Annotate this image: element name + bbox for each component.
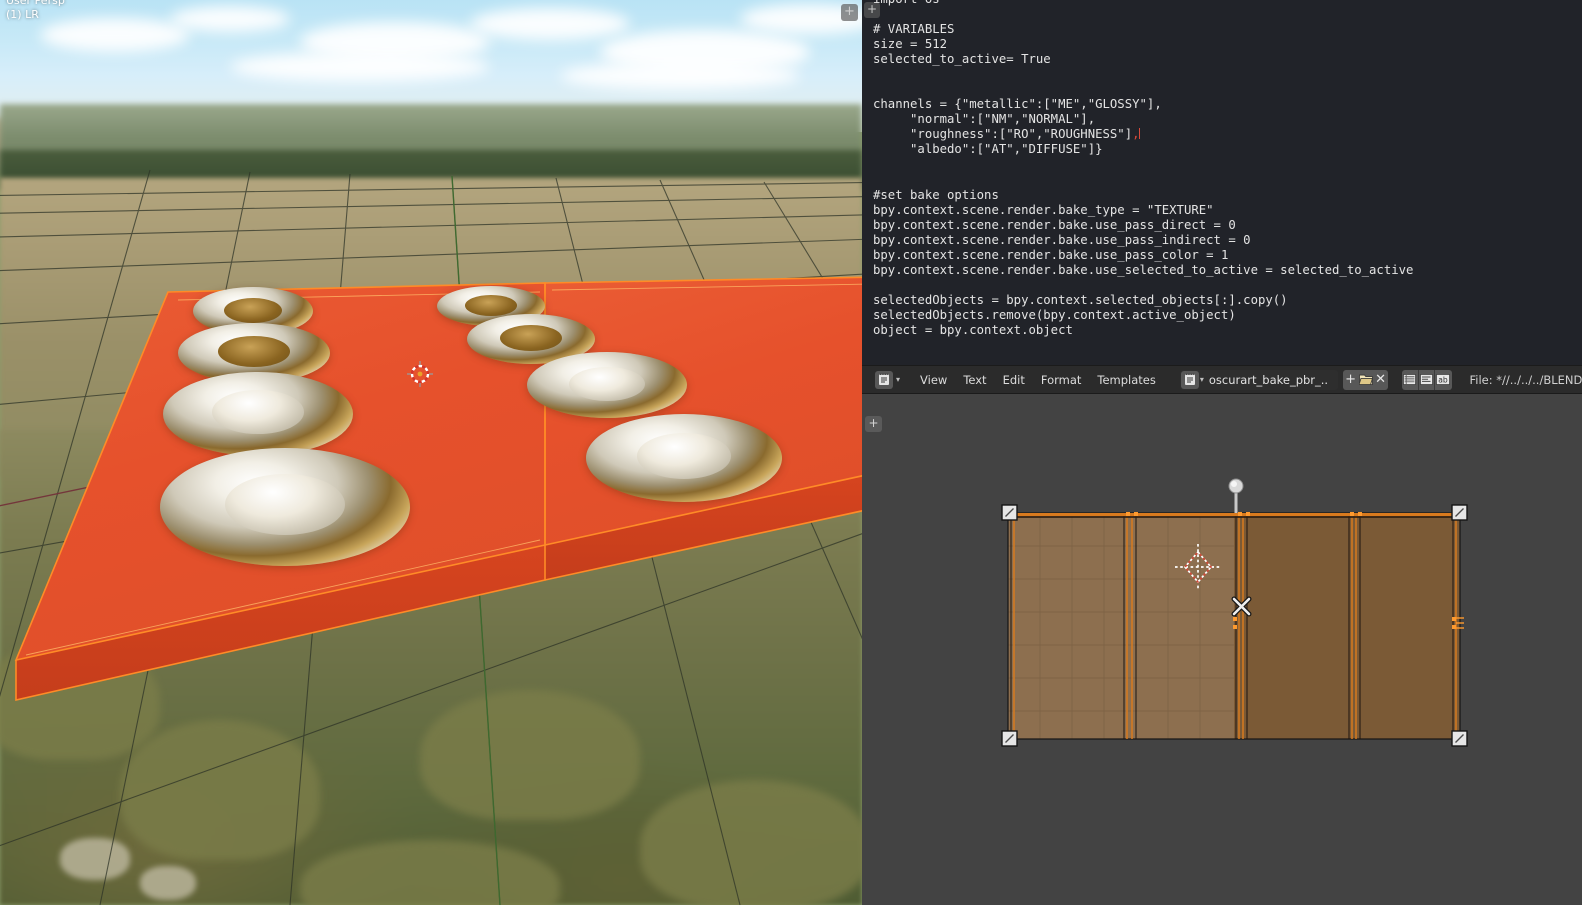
texture-right-half bbox=[1234, 513, 1460, 739]
3d-viewport[interactable]: User Persp (1) LR + bbox=[0, 0, 862, 905]
text-datablock-icon bbox=[1180, 370, 1199, 389]
menu-text[interactable]: Text bbox=[955, 370, 994, 390]
uv-pin-marker bbox=[1228, 478, 1244, 513]
word-wrap-icon[interactable] bbox=[1418, 369, 1436, 390]
datablock-operations: + ✕ bbox=[1343, 369, 1389, 390]
text-editor-area[interactable]: + import os # VARIABLES size = 512 selec… bbox=[862, 0, 1582, 365]
menu-format[interactable]: Format bbox=[1033, 370, 1090, 390]
uv-image-editor[interactable]: + bbox=[862, 394, 1582, 905]
open-folder-glyph bbox=[1358, 374, 1373, 386]
viewport-perspective-label: User Persp bbox=[6, 0, 65, 7]
metal-ring bbox=[160, 448, 410, 566]
3d-cursor-icon bbox=[407, 361, 433, 387]
uv-top-edge-strip bbox=[1008, 513, 1460, 518]
new-text-button[interactable]: + bbox=[1343, 369, 1359, 390]
editor-type-selector[interactable]: ▾ bbox=[871, 370, 904, 390]
blender-window: User Persp (1) LR + + import os # VARIAB… bbox=[0, 0, 1582, 905]
menu-view[interactable]: View bbox=[912, 370, 955, 390]
line-numbers-glyph bbox=[1403, 374, 1417, 385]
file-path-label: File: *//../../../BLENDER_BU bbox=[1469, 372, 1582, 387]
syntax-highlight-icon[interactable]: ab bbox=[1435, 369, 1452, 390]
text-datablock-name: oscurart_bake_pbr_.. bbox=[1208, 372, 1329, 387]
word-wrap-glyph bbox=[1420, 374, 1433, 385]
line-numbers-icon[interactable] bbox=[1402, 369, 1419, 390]
svg-text:ab: ab bbox=[1439, 375, 1449, 384]
open-folder-icon[interactable] bbox=[1358, 369, 1374, 390]
syntax-highlight-glyph: ab bbox=[1436, 374, 1451, 385]
metal-ring bbox=[586, 414, 782, 502]
metal-ring bbox=[527, 352, 687, 418]
text-editor-icon bbox=[875, 370, 893, 389]
text-editor-glyph bbox=[879, 373, 889, 385]
menu-templates[interactable]: Templates bbox=[1089, 370, 1163, 390]
viewport-sidebar-toggle-icon[interactable]: + bbox=[841, 4, 858, 21]
uv-canvas[interactable] bbox=[862, 394, 1582, 905]
text-editor-header: ▾ View Text Edit Format Templates ▾ oscu… bbox=[862, 365, 1582, 394]
viewport-collection-label: (1) LR bbox=[6, 8, 39, 21]
chevron-down-icon: ▾ bbox=[896, 375, 901, 384]
script-code[interactable]: import os # VARIABLES size = 512 selecte… bbox=[873, 0, 1413, 338]
metal-ring bbox=[163, 372, 353, 456]
text-datablock-selector[interactable]: ▾ oscurart_bake_pbr_.. bbox=[1179, 369, 1339, 390]
menu-edit[interactable]: Edit bbox=[995, 370, 1033, 390]
right-column: + import os # VARIABLES size = 512 selec… bbox=[862, 0, 1582, 905]
text-display-toggles: ab bbox=[1402, 369, 1452, 390]
unlink-text-button[interactable]: ✕ bbox=[1373, 369, 1389, 390]
text-datablock-glyph bbox=[1184, 373, 1195, 385]
